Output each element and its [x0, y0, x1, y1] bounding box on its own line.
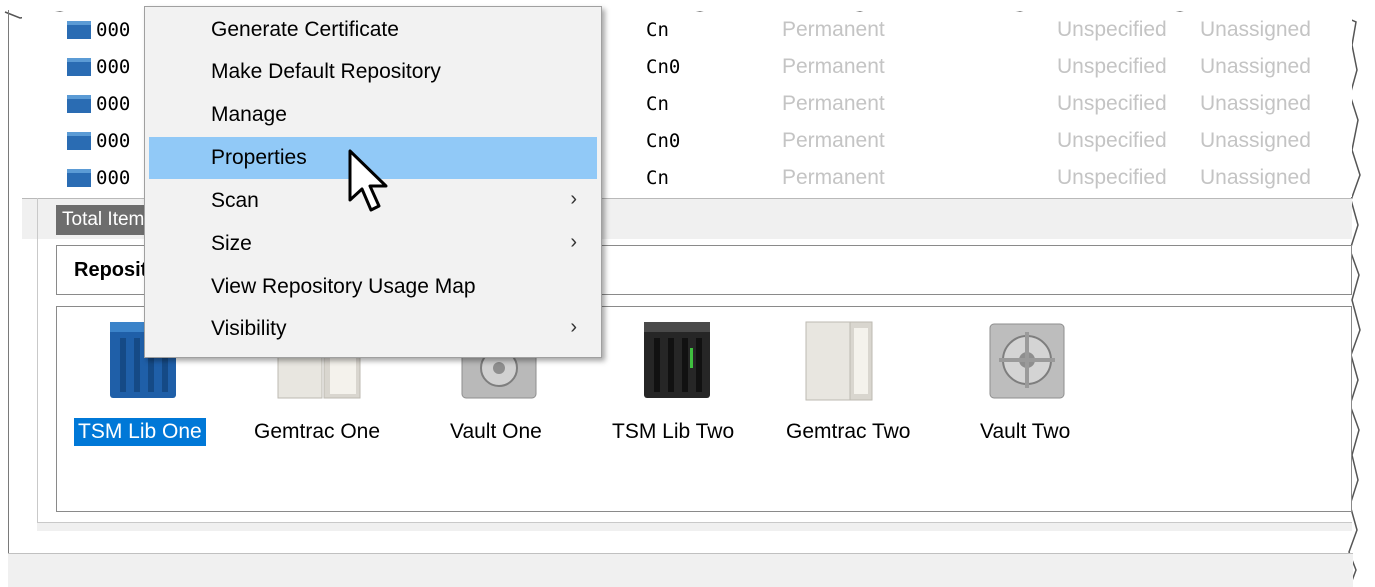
tape-library-icon	[67, 132, 91, 150]
tape-library-icon	[67, 58, 91, 76]
row-col-b: Unassigned	[1200, 55, 1311, 78]
repo-label: Vault Two	[980, 420, 1071, 443]
tape-library-icon	[67, 95, 91, 113]
menu-item-label: Make Default Repository	[211, 60, 441, 83]
row-col-b: Unassigned	[1200, 92, 1311, 115]
repo-label: TSM Lib One	[74, 418, 206, 446]
row-col-a: Unspecified	[1057, 92, 1167, 115]
total-items-label: Total Items	[56, 205, 156, 235]
menu-item-label: Generate Certificate	[211, 18, 399, 41]
row-col-a: Unspecified	[1057, 55, 1167, 78]
row-retention: Permanent	[782, 18, 885, 41]
row-code: Cn	[646, 93, 669, 115]
row-code: Cn0	[646, 130, 681, 152]
chevron-right-icon: ›	[570, 316, 577, 338]
menu-item-label: Manage	[211, 103, 287, 126]
row-id: 000	[96, 19, 131, 41]
tape-library-black-icon	[644, 322, 710, 398]
repo-label: Gemtrac Two	[786, 420, 911, 443]
row-col-b: Unassigned	[1200, 166, 1311, 189]
row-id: 000	[96, 93, 131, 115]
vault-icon	[989, 323, 1065, 399]
menu-item-label: Properties	[211, 146, 307, 169]
row-code: Cn0	[646, 56, 681, 78]
menu-item-manage[interactable]: Manage	[149, 94, 597, 136]
repo-label: Vault One	[450, 420, 542, 443]
tape-library-icon	[67, 21, 91, 39]
chevron-right-icon: ›	[570, 231, 577, 253]
window-bottom-band	[8, 553, 1353, 587]
tape-library-icon	[67, 169, 91, 187]
chevron-right-icon: ›	[570, 188, 577, 210]
menu-item-size[interactable]: Size ›	[149, 223, 597, 265]
repo-label: Gemtrac One	[254, 420, 381, 443]
row-col-b: Unassigned	[1200, 18, 1311, 41]
mouse-pointer-icon	[348, 149, 388, 212]
menu-item-label: Scan	[211, 189, 259, 212]
panel-bottom-band	[37, 522, 1352, 531]
menu-item-label: Visibility	[211, 317, 287, 340]
row-code: Cn	[646, 167, 669, 189]
menu-item-generate-certificate[interactable]: Generate Certificate	[149, 9, 597, 51]
row-col-a: Unspecified	[1057, 18, 1167, 41]
row-retention: Permanent	[782, 166, 885, 189]
row-id: 000	[96, 130, 131, 152]
cabinet-icon	[805, 321, 873, 401]
menu-item-view-repository-usage-map[interactable]: View Repository Usage Map	[149, 266, 597, 308]
row-retention: Permanent	[782, 92, 885, 115]
menu-item-make-default-repository[interactable]: Make Default Repository	[149, 51, 597, 93]
window-left-border	[8, 10, 9, 555]
menu-item-label: Size	[211, 232, 252, 255]
row-col-a: Unspecified	[1057, 166, 1167, 189]
row-col-a: Unspecified	[1057, 129, 1167, 152]
row-code: Cn	[646, 19, 669, 41]
repositories-header-label: Repositories	[74, 259, 154, 281]
repo-label: TSM Lib Two	[612, 420, 735, 443]
menu-item-visibility[interactable]: Visibility ›	[149, 308, 597, 350]
row-id: 000	[96, 56, 131, 78]
row-id: 000	[96, 167, 131, 189]
row-col-b: Unassigned	[1200, 129, 1311, 152]
row-retention: Permanent	[782, 55, 885, 78]
menu-item-label: View Repository Usage Map	[211, 275, 476, 298]
panel-left-border	[37, 198, 38, 528]
row-retention: Permanent	[782, 129, 885, 152]
